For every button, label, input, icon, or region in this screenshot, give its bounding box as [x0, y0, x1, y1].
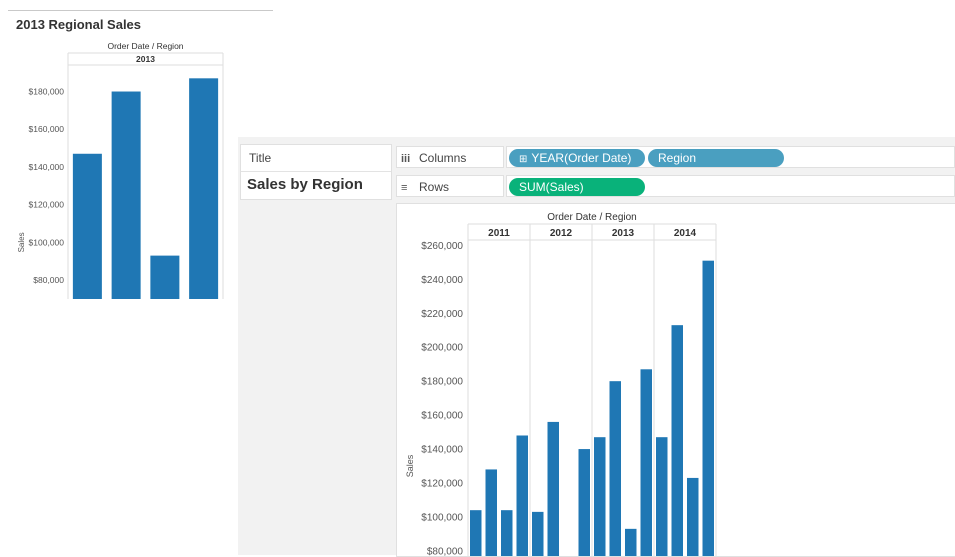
bar — [656, 437, 668, 556]
pill-label: SUM(Sales) — [519, 180, 584, 194]
y-tick-label: $100,000 — [421, 512, 463, 523]
bar — [702, 260, 714, 556]
columns-shelf[interactable]: ⊞ YEAR(Order Date) Region — [506, 146, 955, 168]
y-tick-label: $160,000 — [421, 411, 463, 422]
columns-shelf-label: iii Columns — [396, 146, 504, 168]
sum-sales-pill[interactable]: SUM(Sales) — [509, 178, 645, 196]
y-tick-label: $240,000 — [421, 275, 463, 286]
rows-label-text: Rows — [419, 180, 450, 194]
bar — [532, 511, 544, 556]
region-pill[interactable]: Region — [648, 149, 784, 167]
small-chart-panel: Order Date / Region 2013 $80,000 $100,000 $1… — [8, 10, 273, 299]
small-bar-chart: Order Date / Region 2013 $80,000 $100,000 $1… — [17, 41, 224, 299]
bar — [150, 255, 180, 299]
rows-shelf[interactable]: SUM(Sales) — [506, 175, 955, 197]
y-axis-label: Sales — [17, 232, 26, 252]
year-header: 2014 — [674, 228, 697, 239]
worksheet-title[interactable]: Sales by Region — [247, 176, 363, 193]
year-header: 2011 — [488, 228, 510, 239]
bar — [111, 91, 141, 299]
y-tick-label: $140,000 — [29, 162, 65, 172]
chart-card: Order Date / Region 2011 2012 2013 2014 $80,0… — [396, 203, 955, 557]
title-divider — [241, 171, 391, 172]
year-header: 2013 — [136, 54, 155, 64]
bar — [547, 421, 559, 556]
year-header: 2012 — [550, 228, 573, 239]
bar — [671, 325, 683, 556]
bar — [485, 469, 497, 556]
rows-shelf-label: ≡ Rows — [396, 175, 504, 197]
bar — [640, 369, 652, 556]
y-tick-label: $140,000 — [421, 445, 463, 456]
columns-label-text: Columns — [419, 151, 467, 165]
columns-icon: iii — [401, 153, 411, 165]
y-tick-label: $120,000 — [29, 200, 65, 210]
y-tick-label: $180,000 — [29, 87, 65, 97]
rows-icon: ≡ — [401, 182, 408, 194]
bar — [72, 153, 102, 299]
bar — [189, 78, 219, 299]
title-card[interactable]: Title Sales by Region — [240, 144, 392, 200]
bar — [609, 381, 621, 556]
bar — [578, 449, 590, 556]
y-axis-label: Sales — [405, 454, 415, 477]
year-header: 2013 — [612, 228, 635, 239]
title-label: Title — [249, 151, 272, 165]
bar — [501, 510, 513, 556]
expand-plus-icon[interactable]: ⊞ — [519, 151, 527, 169]
bar — [516, 435, 528, 556]
y-tick-label: $180,000 — [421, 377, 463, 388]
small-chart-title: 2013 Regional Sales — [16, 17, 142, 32]
chart-header: Order Date / Region — [107, 41, 183, 51]
pill-label: Region — [658, 151, 697, 165]
bar — [625, 528, 637, 556]
y-tick-label: $200,000 — [421, 343, 463, 354]
worksheet-window: Title Sales by Region iii Columns ⊞ YEAR(O… — [238, 137, 955, 557]
chart-header: Order Date / Region — [547, 212, 637, 223]
bar — [687, 477, 699, 556]
big-bar-chart: Order Date / Region2011 2012 2013 2014$80,0… — [405, 212, 717, 556]
y-tick-label: $100,000 — [29, 237, 65, 247]
bar — [470, 510, 482, 556]
year-order-date-pill[interactable]: ⊞ YEAR(Order Date) — [509, 149, 645, 167]
pill-label: YEAR(Order Date) — [531, 151, 632, 165]
y-tick-label: $120,000 — [421, 479, 463, 490]
y-tick-label: $220,000 — [421, 309, 463, 320]
y-tick-label: $80,000 — [33, 275, 64, 285]
bar — [594, 437, 606, 556]
y-tick-label: $260,000 — [421, 241, 463, 252]
y-tick-label: $160,000 — [29, 124, 65, 134]
